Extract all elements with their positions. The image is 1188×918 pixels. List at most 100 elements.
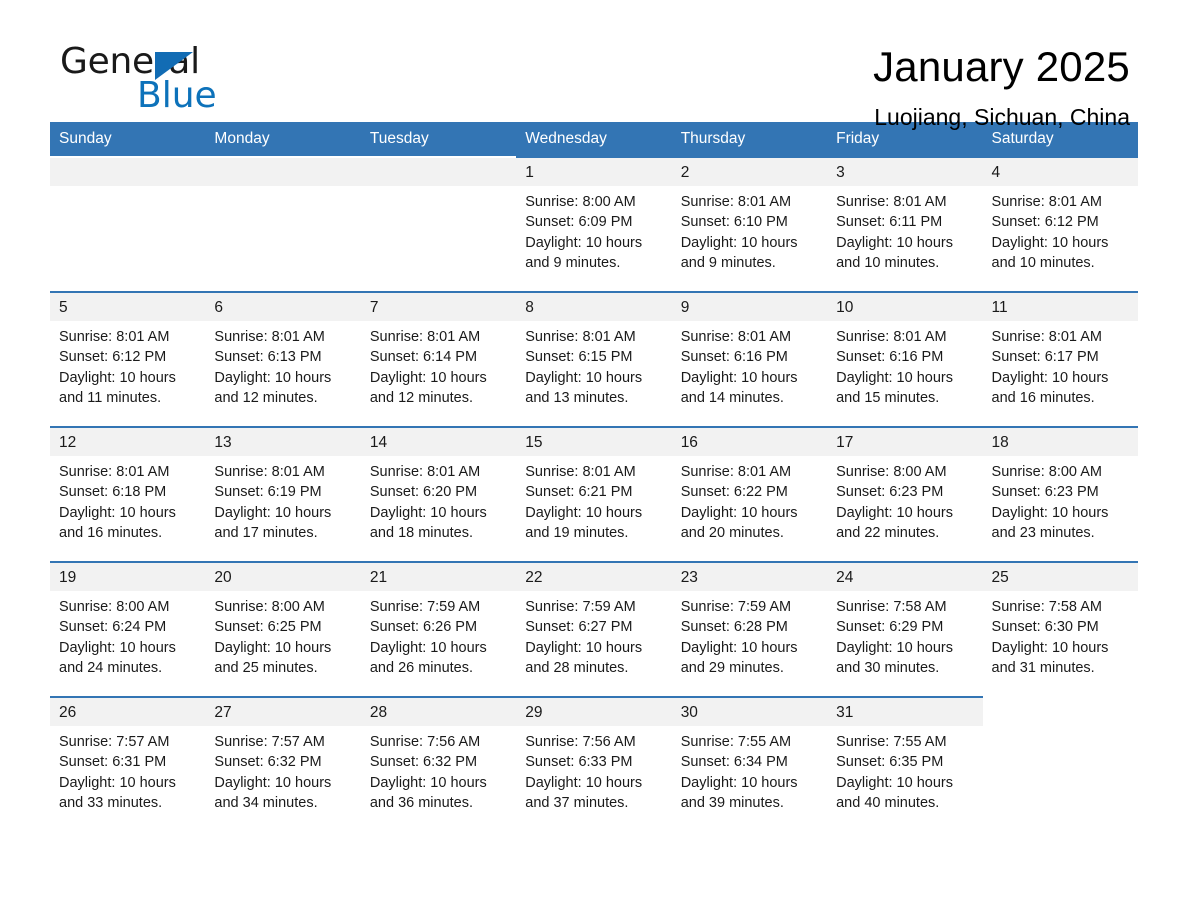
sunrise-text: Sunrise: 7:55 AM	[836, 734, 947, 750]
sunrise-text: Sunrise: 7:57 AM	[214, 734, 325, 750]
daylight-text-line1: Daylight: 10 hours	[525, 234, 643, 251]
day-cell[interactable]: 20 Sunrise: 8:00 AM Sunset: 6:25 PM Dayligh…	[205, 561, 361, 696]
sunset-text: Sunset: 6:12 PM	[59, 349, 167, 366]
sunrise-text: Sunrise: 8:00 AM	[525, 194, 636, 210]
daylight-text-line2: and 11 minutes.	[59, 389, 162, 406]
day-cell[interactable]: 10 Sunrise: 8:01 AM Sunset: 6:16 PM Dayligh…	[827, 291, 983, 426]
day-number: 29	[516, 698, 672, 726]
sunrise-text: Sunrise: 8:01 AM	[369, 329, 481, 345]
daylight-text-line2: and 14 minutes.	[680, 389, 784, 406]
day-cell[interactable]: 14 Sunrise: 8:01 AM Sunset: 6:20 PM Dayligh…	[360, 426, 517, 561]
day-cell[interactable]: 27 Sunrise: 7:57 AM Sunset: 6:32 PM Dayligh…	[205, 696, 361, 831]
sunrise-text: Sunrise: 8:01 AM	[680, 329, 792, 345]
day-cell[interactable]: 8 Sunrise: 8:01 AM Sunset: 6:15 PM Daylight…	[516, 291, 672, 426]
sunset-text: Sunset: 6:10 PM	[680, 214, 788, 231]
daylight-text-line2: and 9 minutes.	[525, 254, 621, 271]
day-cell[interactable]: 1 Sunrise: 8:00 AM Sunset: 6:09 PM Daylight…	[516, 156, 672, 291]
daylight-text-line2: and 28 minutes.	[525, 659, 629, 676]
sunrise-text: Sunrise: 8:01 AM	[836, 329, 947, 345]
daylight-text-line1: Daylight: 10 hours	[59, 774, 176, 791]
daylight-text-line2: and 12 minutes.	[214, 389, 318, 406]
sunset-text: Sunset: 6:20 PM	[369, 484, 478, 501]
daylight-text-line1: Daylight: 10 hours	[369, 774, 487, 791]
day-cell[interactable]: 22 Sunrise: 7:59 AM Sunset: 6:27 PM Dayligh…	[516, 561, 672, 696]
daylight-text-line2: and 34 minutes.	[214, 794, 318, 811]
day-cell[interactable]: 11 Sunrise: 8:01 AM Sunset: 6:17 PM Dayligh…	[982, 291, 1138, 426]
day-number: 17	[827, 428, 983, 456]
day-number: 8	[516, 293, 672, 321]
day-cell[interactable]: 30 Sunrise: 7:55 AM Sunset: 6:34 PM Dayligh…	[671, 696, 828, 831]
sunrise-text: Sunrise: 8:00 AM	[991, 464, 1102, 480]
daylight-text-line1: Daylight: 10 hours	[836, 639, 953, 656]
daylight-text-line1: Daylight: 10 hours	[991, 369, 1109, 386]
day-cell	[50, 156, 206, 291]
sunrise-text: Sunrise: 7:58 AM	[991, 599, 1102, 615]
day-cell	[205, 156, 361, 291]
day-number: 15	[516, 428, 672, 456]
daylight-text-line1: Daylight: 10 hours	[836, 369, 953, 386]
day-cell[interactable]: 5 Sunrise: 8:01 AM Sunset: 6:12 PM Daylight…	[50, 291, 206, 426]
day-cell[interactable]: 15 Sunrise: 8:01 AM Sunset: 6:21 PM Dayligh…	[516, 426, 672, 561]
day-number: 24	[827, 563, 983, 591]
day-cell[interactable]: 16 Sunrise: 8:01 AM Sunset: 6:22 PM Dayligh…	[671, 426, 828, 561]
day-cell[interactable]: 6 Sunrise: 8:01 AM Sunset: 6:13 PM Daylight…	[205, 291, 361, 426]
day-cell[interactable]: 24 Sunrise: 7:58 AM Sunset: 6:29 PM Dayligh…	[827, 561, 983, 696]
day-number: 14	[360, 428, 517, 456]
day-number: 20	[205, 563, 361, 591]
day-cell[interactable]: 19 Sunrise: 8:00 AM Sunset: 6:24 PM Dayligh…	[50, 561, 206, 696]
logo-text-blue: Blue	[137, 75, 217, 116]
sunrise-text: Sunrise: 8:01 AM	[214, 329, 325, 345]
day-cell[interactable]: 12 Sunrise: 8:01 AM Sunset: 6:18 PM Dayligh…	[50, 426, 206, 561]
day-cell[interactable]: 2 Sunrise: 8:01 AM Sunset: 6:10 PM Daylight…	[671, 156, 828, 291]
day-cell[interactable]: 23 Sunrise: 7:59 AM Sunset: 6:28 PM Dayligh…	[671, 561, 828, 696]
day-number: 3	[827, 158, 983, 186]
daylight-text-line2: and 15 minutes.	[836, 389, 940, 406]
general-blue-logo[interactable]: General Blue	[60, 44, 320, 120]
daylight-text-line2: and 22 minutes.	[836, 524, 940, 541]
sunset-text: Sunset: 6:19 PM	[214, 484, 322, 501]
sunset-text: Sunset: 6:26 PM	[369, 619, 478, 636]
day-cell[interactable]: 18 Sunrise: 8:00 AM Sunset: 6:23 PM Dayligh…	[982, 426, 1138, 561]
day-cell[interactable]: 29 Sunrise: 7:56 AM Sunset: 6:33 PM Dayligh…	[516, 696, 672, 831]
sunrise-text: Sunrise: 7:59 AM	[680, 599, 792, 615]
day-cell[interactable]: 7 Sunrise: 8:01 AM Sunset: 6:14 PM Daylight…	[360, 291, 517, 426]
daylight-text-line1: Daylight: 10 hours	[525, 639, 643, 656]
daylight-text-line2: and 36 minutes.	[369, 794, 474, 811]
daylight-text-line1: Daylight: 10 hours	[680, 774, 798, 791]
daylight-text-line2: and 29 minutes.	[680, 659, 784, 676]
sunset-text: Sunset: 6:32 PM	[214, 754, 322, 771]
day-number: 23	[671, 563, 828, 591]
day-number: 9	[671, 293, 828, 321]
sunrise-text: Sunrise: 7:55 AM	[680, 734, 792, 750]
day-cell[interactable]: 28 Sunrise: 7:56 AM Sunset: 6:32 PM Dayligh…	[360, 696, 517, 831]
daylight-text-line1: Daylight: 10 hours	[680, 639, 798, 656]
daylight-text-line2: and 12 minutes.	[369, 389, 474, 406]
sunset-text: Sunset: 6:28 PM	[680, 619, 788, 636]
day-cell	[360, 156, 517, 291]
daylight-text-line1: Daylight: 10 hours	[525, 774, 643, 791]
sunrise-text: Sunrise: 7:59 AM	[369, 599, 481, 615]
sunrise-text: Sunrise: 8:00 AM	[59, 599, 170, 615]
sunrise-text: Sunrise: 8:01 AM	[369, 464, 481, 480]
day-cell[interactable]: 9 Sunrise: 8:01 AM Sunset: 6:16 PM Daylight…	[671, 291, 828, 426]
sunrise-text: Sunrise: 8:01 AM	[836, 194, 947, 210]
day-number: 28	[360, 698, 517, 726]
day-cell[interactable]: 25 Sunrise: 7:58 AM Sunset: 6:30 PM Dayligh…	[982, 561, 1138, 696]
day-cell[interactable]: 31 Sunrise: 7:55 AM Sunset: 6:35 PM Dayligh…	[827, 696, 983, 831]
sunset-text: Sunset: 6:34 PM	[680, 754, 788, 771]
day-number: 13	[205, 428, 361, 456]
calendar-body: 1 Sunrise: 8:00 AM Sunset: 6:09 PM Daylight…	[50, 156, 1138, 831]
daylight-text-line2: and 16 minutes.	[991, 389, 1095, 406]
day-cell[interactable]: 3 Sunrise: 8:01 AM Sunset: 6:11 PM Daylight…	[827, 156, 983, 291]
day-cell[interactable]: 17 Sunrise: 8:00 AM Sunset: 6:23 PM Dayligh…	[827, 426, 983, 561]
daylight-text-line1: Daylight: 10 hours	[369, 639, 487, 656]
day-cell[interactable]: 13 Sunrise: 8:01 AM Sunset: 6:19 PM Dayligh…	[205, 426, 361, 561]
day-number: 12	[50, 428, 206, 456]
day-cell[interactable]: 26 Sunrise: 7:57 AM Sunset: 6:31 PM Dayligh…	[50, 696, 206, 831]
sunrise-text: Sunrise: 7:56 AM	[525, 734, 636, 750]
day-number: 26	[50, 698, 206, 726]
sunrise-text: Sunrise: 8:01 AM	[59, 464, 170, 480]
day-cell[interactable]: 21 Sunrise: 7:59 AM Sunset: 6:26 PM Dayligh…	[360, 561, 517, 696]
daylight-text-line1: Daylight: 10 hours	[214, 369, 332, 386]
day-cell[interactable]: 4 Sunrise: 8:01 AM Sunset: 6:12 PM Daylight…	[982, 156, 1138, 291]
